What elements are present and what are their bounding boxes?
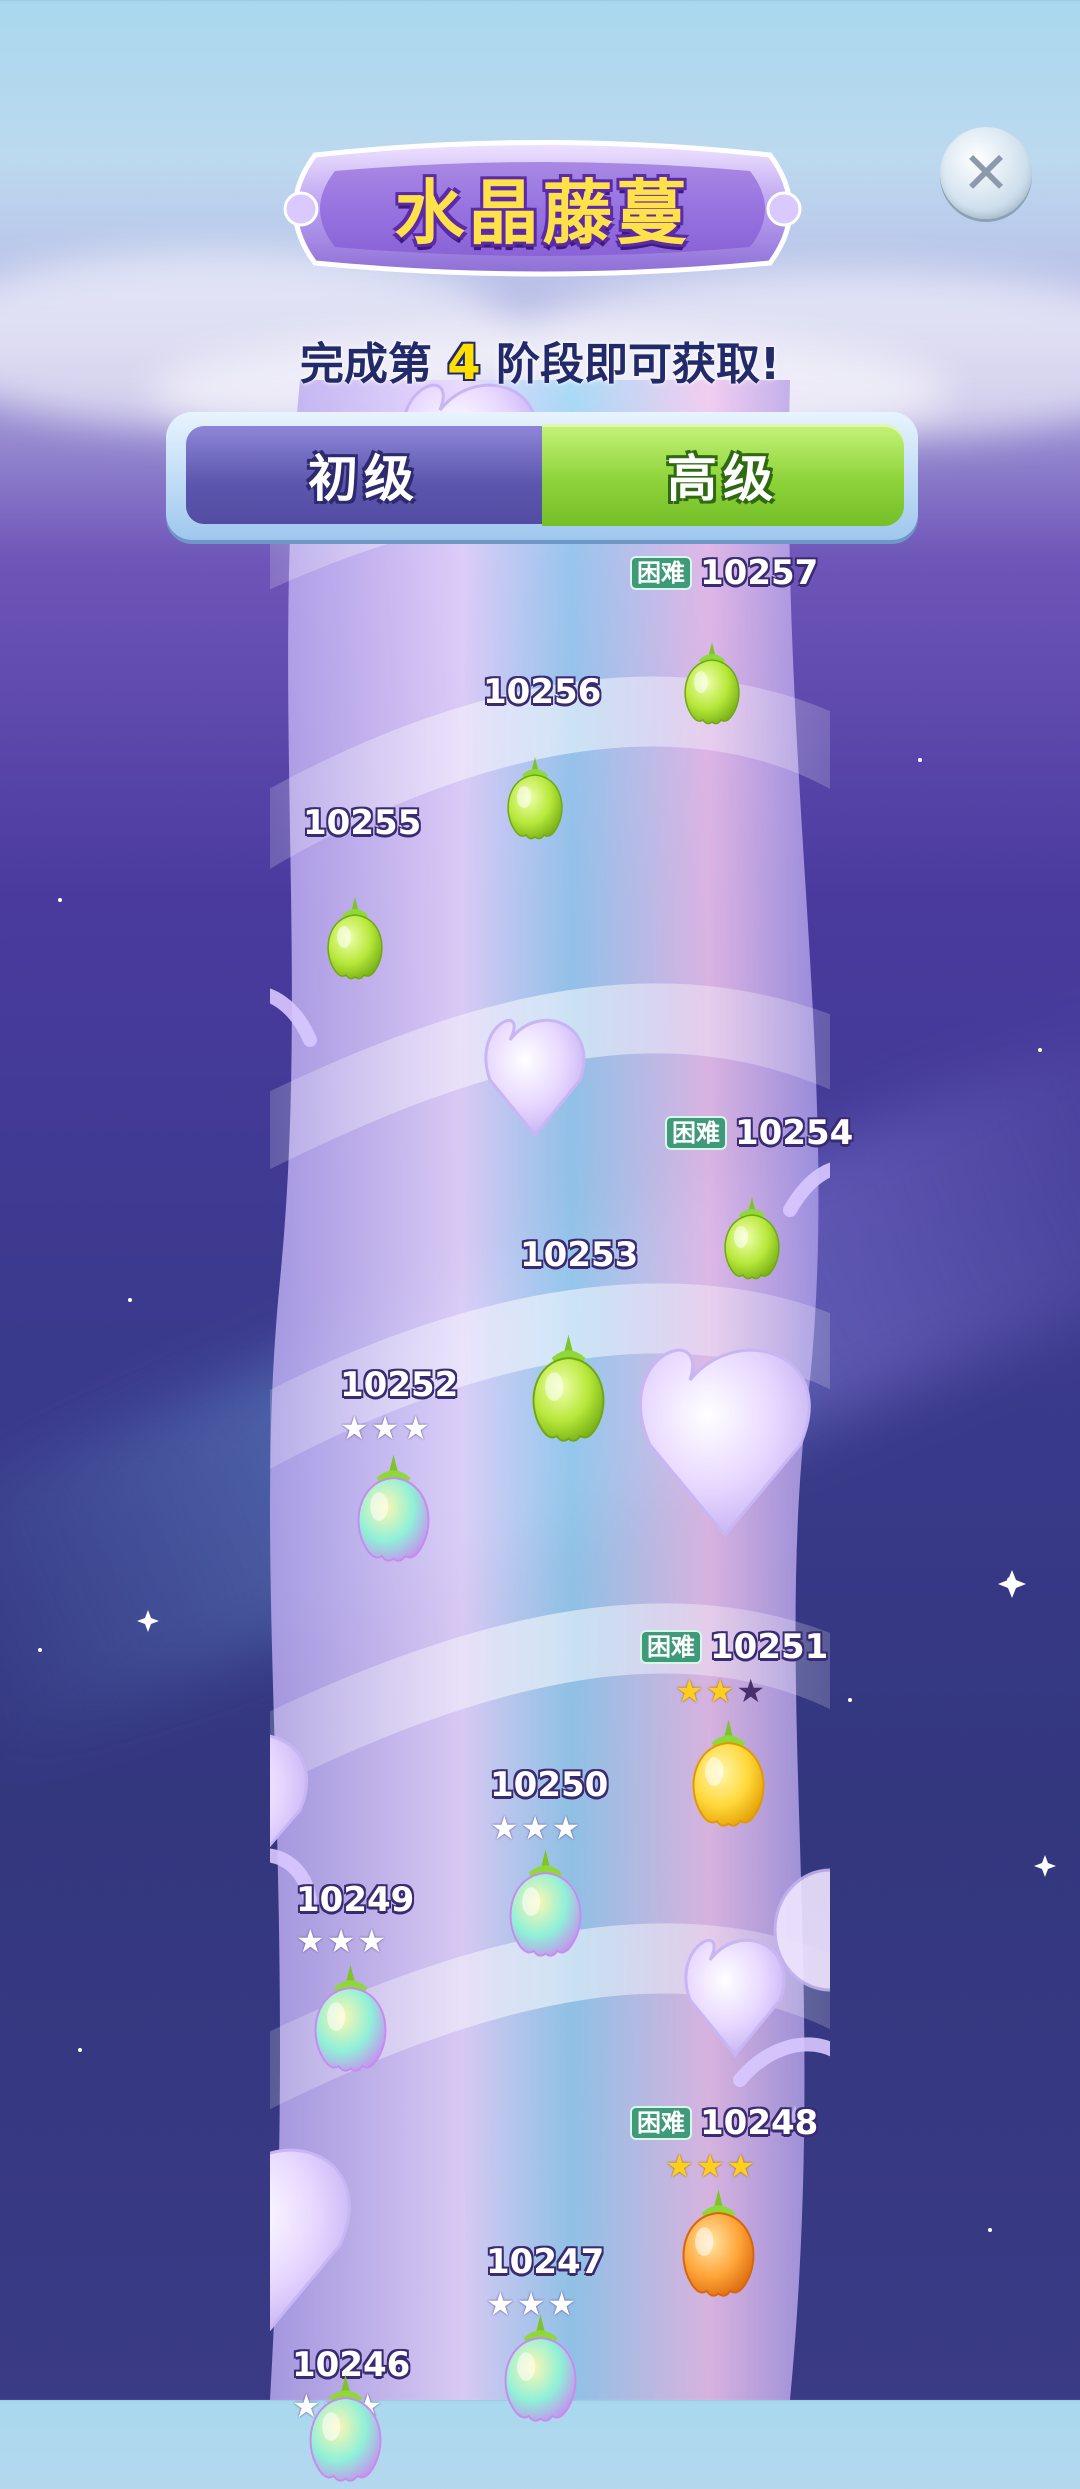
hard-badge: 困难 [640,1629,702,1665]
unlock-stage-number: 4 [447,335,481,391]
level-number: 10249 [296,1880,415,1920]
star-icon: ★ [675,1672,704,1710]
level-number: 10247 [486,2242,605,2282]
fruit-icon [684,642,740,725]
hard-badge: 困难 [630,555,692,591]
star-icon: ★ [401,1409,431,1447]
tab-advanced[interactable]: 高级 [542,424,904,526]
star-icon: ★ [326,1922,356,1960]
tab-advanced-label: 高级 [667,450,779,508]
unlock-hint-suffix: 阶段即可获取! [495,339,781,390]
empty-star-icon: ★ [736,1672,766,1710]
star-icon: ★ [340,1409,369,1447]
level-number: 10255 [303,803,422,843]
level-label: 10253 [520,1235,638,1275]
level-number: 10256 [483,672,602,712]
unlock-hint-prefix: 完成第 [299,339,432,390]
level-label: 困难 10248 [630,2103,818,2143]
star-icon: ★ [490,1809,519,1847]
fruit-icon [509,1849,581,1957]
level-stars: ★★★ [296,1925,386,1957]
level-number: 10253 [520,1235,639,1275]
fruit-icon [327,897,383,980]
fruit-icon [507,757,563,840]
level-number: 10257 [700,553,819,593]
level-label: 10255 [303,803,421,843]
star-icon: ★ [705,1672,735,1710]
level-label: 10252 [340,1365,458,1405]
star-icon: ★ [551,1809,581,1847]
tab-basic-label: 初级 [308,450,420,508]
level-number: 10250 [490,1765,609,1805]
fruit-icon [357,1454,429,1562]
level-label: 困难 10257 [630,553,818,593]
star-icon: ★ [357,1922,387,1960]
fruit-icon [504,2314,576,2422]
fruit-icon [309,2374,381,2482]
star-icon: ★ [296,1922,325,1960]
fruit-icon [682,2189,754,2297]
level-number: 10248 [700,2103,819,2143]
level-number: 10251 [710,1627,829,1667]
fruit-icon [314,1964,386,2072]
level-label: 困难 10251 [640,1627,828,1667]
level-stars: ★★★ [675,1675,765,1707]
star-icon: ★ [695,2147,725,2185]
level-label: 10247 [486,2242,604,2282]
star-icon: ★ [726,2147,756,2185]
level-stars: ★★★ [340,1412,430,1444]
level-label: 10250 [490,1765,608,1805]
fruit-icon [692,1719,764,1827]
hard-badge: 困难 [665,1115,727,1151]
close-button[interactable]: ✕ [940,127,1032,219]
level-label: 困难 10254 [665,1113,853,1153]
hard-badge: 困难 [630,2105,692,2141]
level-label: 10256 [483,672,601,712]
fruit-icon [532,1334,604,1442]
star-icon: ★ [665,2147,694,2185]
star-icon: ★ [370,1409,400,1447]
page-title: 水晶藤蔓 [394,171,691,254]
level-label: 10249 [296,1880,414,1920]
level-stars: ★★★ [490,1812,580,1844]
level-number: 10252 [340,1365,459,1405]
tab-basic[interactable]: 初级 [186,426,542,524]
unlock-hint: 完成第 4 阶段即可获取! [0,328,1080,392]
close-icon: ✕ [961,139,1011,207]
star-icon: ★ [520,1809,550,1847]
fruit-icon [724,1197,780,1280]
level-number: 10254 [735,1113,854,1153]
level-stars: ★★★ [665,2150,755,2182]
